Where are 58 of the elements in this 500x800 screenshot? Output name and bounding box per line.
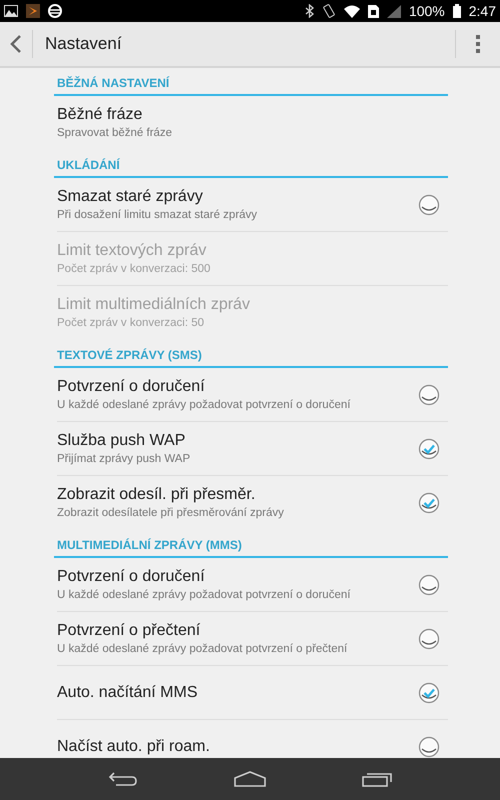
back-icon xyxy=(108,771,138,787)
more-icon xyxy=(476,35,480,53)
recents-icon xyxy=(362,771,392,787)
item-subtitle: Počet zpráv v konverzaci: 500 xyxy=(57,262,212,276)
clock: 2:47 xyxy=(468,2,496,20)
item-title: Běžné fráze xyxy=(57,105,144,125)
battery-level: 100% xyxy=(408,2,445,20)
gallery-icon xyxy=(4,5,18,17)
wifi-icon xyxy=(344,4,360,18)
item-title: Zobrazit odesíl. při přesměr. xyxy=(57,485,256,505)
item-title: Služba push WAP xyxy=(57,430,186,450)
item-title: Limit multimediálních zpráv xyxy=(57,295,251,315)
item-subtitle: U každé odeslané zprávy požadovat potvrzení o přečtení xyxy=(57,642,348,656)
settings-item[interactable]: Načíst auto. při roam. xyxy=(57,720,448,758)
checkbox[interactable] xyxy=(418,438,440,460)
checkbox[interactable] xyxy=(418,574,440,596)
checkbox[interactable] xyxy=(418,682,440,704)
settings-item[interactable]: Auto. načítání MMS xyxy=(57,666,448,720)
item-subtitle: Přijímat zprávy push WAP xyxy=(57,452,192,466)
checkbox[interactable] xyxy=(418,628,440,650)
home-icon xyxy=(234,771,266,787)
item-subtitle: U každé odeslané zprávy požadovat potvrzení o doručení xyxy=(57,588,352,602)
checkbox[interactable] xyxy=(418,194,440,216)
item-subtitle: Při dosažení limitu smazat staré zprávy xyxy=(57,208,258,222)
item-subtitle: Počet zpráv v konverzaci: 50 xyxy=(57,316,206,331)
item-subtitle: Zobrazit odesílatele při přesměrování zprávy xyxy=(57,506,285,521)
screen-title: Nastavení xyxy=(45,33,122,56)
checkbox[interactable] xyxy=(418,384,440,406)
item-subtitle: U každé odeslané zprávy požadovat potvrzení o doručení xyxy=(57,398,352,412)
settings-item[interactable]: Potvrzení o doručení U každé odeslané zprávy požadovat potvrzení o doručení xyxy=(57,368,448,422)
section-header: BĚŽNÁ NASTAVENÍ xyxy=(54,68,448,96)
item-title: Potvrzení o doručení xyxy=(57,376,206,396)
item-title: Smazat staré zprávy xyxy=(57,186,204,206)
section-header: UKLÁDÁNÍ xyxy=(54,150,448,178)
item-title: Potvrzení o přečtení xyxy=(57,620,202,640)
item-title: Potvrzení o doručení xyxy=(57,566,206,586)
checkbox[interactable] xyxy=(418,492,440,514)
rotation-icon xyxy=(322,4,336,18)
app-icon xyxy=(26,4,40,18)
bluetooth-icon xyxy=(304,4,314,18)
item-title: Načíst auto. při roam. xyxy=(57,737,211,757)
checkbox[interactable] xyxy=(418,736,440,758)
settings-item[interactable]: Zobrazit odesíl. při přesměr. Zobrazit odesílatele při přesměrování zprávy xyxy=(57,476,448,530)
item-title: Auto. načítání MMS xyxy=(57,682,199,702)
signal-icon xyxy=(386,4,401,18)
settings-item[interactable]: Potvrzení o přečtení U každé odeslané zprávy požadovat potvrzení o přečtení xyxy=(57,612,448,666)
section-header: MULTIMEDIÁLNÍ ZPRÁVY (MMS) xyxy=(54,530,448,558)
battery-icon xyxy=(452,4,461,18)
sync-icon xyxy=(48,4,62,18)
settings-item[interactable]: Potvrzení o doručení U každé odeslané zprávy požadovat potvrzení o doručení xyxy=(57,558,448,612)
section-header: TEXTOVÉ ZPRÁVY (SMS) xyxy=(54,340,448,368)
settings-item[interactable]: Smazat staré zprávy Při dosažení limitu smazat staré zprávy xyxy=(57,178,448,232)
item-title: Limit textových zpráv xyxy=(57,240,208,260)
back-icon xyxy=(10,34,22,54)
item-subtitle: Spravovat běžné fráze xyxy=(57,126,174,141)
settings-item[interactable]: Běžné fráze Spravovat běžné fráze xyxy=(57,96,448,150)
sim-icon xyxy=(368,4,379,18)
settings-item[interactable]: Služba push WAP Přijímat zprávy push WAP xyxy=(57,422,448,476)
